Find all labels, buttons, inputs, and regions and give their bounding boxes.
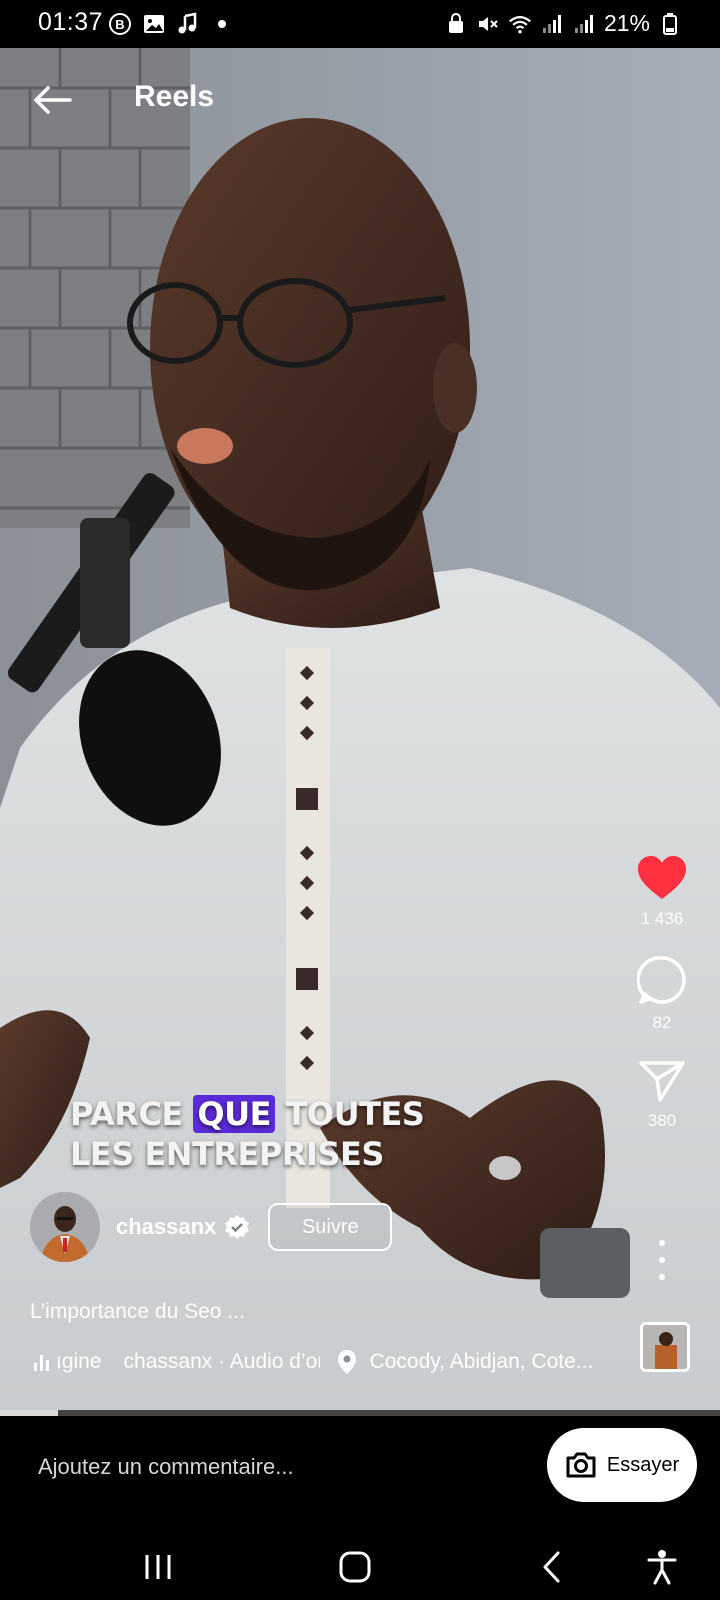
accessibility-button[interactable] bbox=[632, 1542, 692, 1592]
share-count: 380 bbox=[647, 1111, 677, 1130]
music-note-icon bbox=[176, 12, 200, 36]
location-pin-icon bbox=[337, 1350, 356, 1374]
comment-icon[interactable] bbox=[637, 955, 687, 1005]
b-icon: B bbox=[108, 12, 132, 36]
like-action[interactable]: 1 436 bbox=[636, 855, 688, 929]
comment-action[interactable]: 82 bbox=[637, 955, 687, 1033]
comment-count: 82 bbox=[652, 1013, 672, 1032]
share-action[interactable]: 380 bbox=[638, 1059, 686, 1131]
caption-line-2: LES ENTREPRISES bbox=[70, 1135, 384, 1173]
image-icon bbox=[142, 12, 166, 36]
recent-apps-button[interactable] bbox=[128, 1542, 188, 1592]
audio-name[interactable]: chassanx · Audio d’or bbox=[124, 1350, 320, 1374]
system-nav-bar bbox=[0, 1532, 720, 1600]
recent-apps-icon bbox=[145, 1555, 171, 1579]
audio-prefix[interactable]: ıgine bbox=[56, 1350, 102, 1374]
audio-thumbnail-image bbox=[643, 1325, 687, 1369]
wifi-icon bbox=[508, 12, 532, 36]
svg-text:B: B bbox=[115, 17, 124, 32]
caption-text-after: TOUTES bbox=[274, 1095, 425, 1133]
more-dot-icon bbox=[659, 1274, 665, 1280]
camera-icon bbox=[566, 1452, 596, 1478]
battery-icon bbox=[658, 12, 682, 36]
caption-highlight: QUE bbox=[193, 1095, 275, 1133]
accessibility-icon bbox=[647, 1550, 677, 1585]
author-row: chassanx Suivre bbox=[30, 1192, 393, 1262]
arrow-left-icon bbox=[34, 86, 72, 114]
audio-wave-icon bbox=[34, 1353, 50, 1371]
caption-line-1: PARCE QUE TOUTES bbox=[70, 1094, 425, 1134]
battery-percent: 21% bbox=[603, 10, 650, 36]
action-column: 1 436 82 380 bbox=[630, 855, 694, 1157]
status-left-icons: B bbox=[108, 12, 234, 36]
caption-text-before: PARCE bbox=[70, 1095, 194, 1133]
back-icon bbox=[543, 1551, 560, 1583]
post-description[interactable]: L’importance du Seo ... bbox=[30, 1300, 245, 1324]
more-options-button[interactable] bbox=[650, 1240, 674, 1280]
meta-row: ıgine chassanx · Audio d’or Cocody, Abid… bbox=[34, 1345, 614, 1379]
top-bar: Reels bbox=[0, 70, 720, 130]
page-title: Reels bbox=[134, 80, 215, 113]
dot-icon bbox=[210, 12, 234, 36]
video-caption-overlay: PARCE QUE TOUTES LES ENTREPRISES bbox=[70, 1094, 425, 1174]
signal-icon bbox=[540, 12, 564, 36]
verified-badge-icon bbox=[225, 1215, 250, 1239]
location-label[interactable]: Cocody, Abidjan, Cote... bbox=[370, 1350, 594, 1374]
heart-icon[interactable] bbox=[636, 855, 688, 901]
home-button[interactable] bbox=[325, 1542, 385, 1592]
back-nav-button[interactable] bbox=[522, 1542, 582, 1592]
avatar[interactable] bbox=[30, 1192, 100, 1262]
comment-input[interactable]: Ajoutez un commentaire... bbox=[38, 1454, 294, 1480]
mute-icon bbox=[476, 12, 500, 36]
audio-thumbnail[interactable] bbox=[640, 1322, 690, 1372]
signal-icon bbox=[572, 12, 596, 36]
more-dot-icon bbox=[659, 1257, 665, 1263]
status-bar: 01:37 B 21% bbox=[0, 0, 720, 48]
home-icon bbox=[339, 1551, 371, 1583]
follow-button[interactable]: Suivre bbox=[268, 1203, 393, 1251]
try-button-label: Essayer bbox=[606, 1453, 680, 1476]
more-dot-icon bbox=[659, 1240, 665, 1246]
back-button[interactable] bbox=[28, 82, 76, 118]
status-right-icons: 21% bbox=[444, 10, 682, 37]
avatar-image bbox=[30, 1192, 100, 1262]
status-time: 01:37 bbox=[38, 8, 104, 36]
lock-icon bbox=[444, 12, 468, 36]
comment-bar: Ajoutez un commentaire... Essayer bbox=[0, 1416, 720, 1532]
like-count: 1 436 bbox=[640, 909, 684, 928]
try-button[interactable]: Essayer bbox=[547, 1428, 697, 1502]
author-username[interactable]: chassanx bbox=[116, 1214, 216, 1240]
send-icon[interactable] bbox=[638, 1059, 686, 1103]
